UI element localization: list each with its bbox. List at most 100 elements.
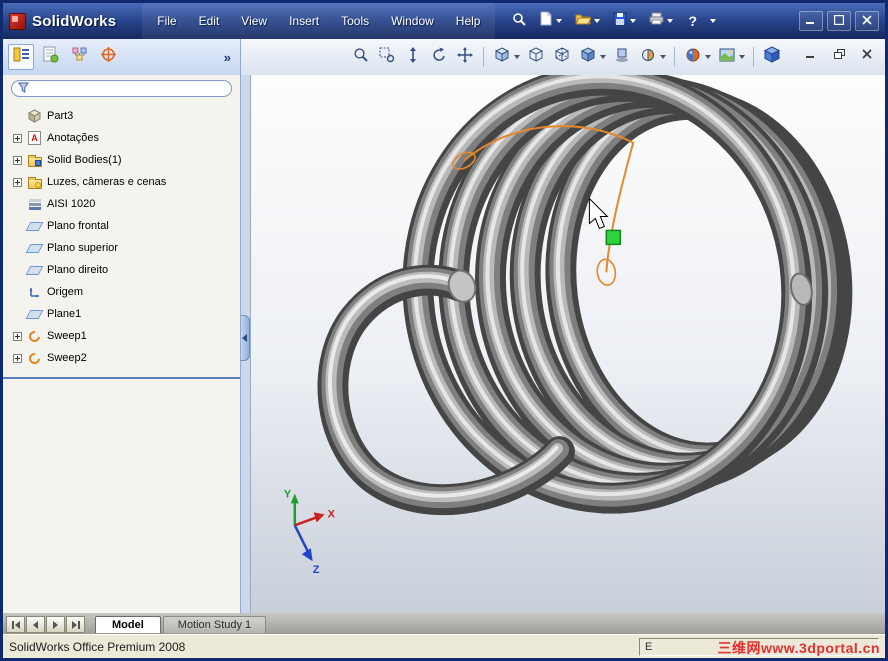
tab-configurationmanager[interactable] <box>66 44 92 70</box>
section-view-icon <box>640 47 656 68</box>
section-view-button[interactable] <box>636 45 660 69</box>
expand-toggle[interactable] <box>13 353 22 363</box>
close-button[interactable] <box>855 11 879 31</box>
featuremanager-panel: Part3 A Anotações Solid Bodies(1) Luzes,… <box>3 75 241 613</box>
help-dropdown-caret-icon[interactable] <box>710 19 717 23</box>
tree-item-front-plane[interactable]: Plano frontal <box>3 215 240 237</box>
expand-toggle[interactable] <box>13 177 22 187</box>
tab-scroll-last-button[interactable] <box>66 616 85 633</box>
apply-scene-button[interactable] <box>715 45 739 69</box>
menu-edit[interactable]: Edit <box>188 3 231 39</box>
tree-item-right-plane[interactable]: Plano direito <box>3 259 240 281</box>
zoom-to-fit-button[interactable] <box>349 45 373 69</box>
tree-item-label: Plano superior <box>47 242 118 254</box>
expand-toggle[interactable] <box>13 155 22 165</box>
tab-featuremanager[interactable] <box>8 44 34 70</box>
tab-model[interactable]: Model <box>95 616 161 634</box>
tab-dimxpertmanager[interactable] <box>95 44 121 70</box>
tree-item-label: Plane1 <box>47 308 82 320</box>
help-button[interactable]: ? <box>683 12 702 30</box>
tree-item-origin[interactable]: Origem <box>3 281 240 303</box>
tree-item-label: Origem <box>47 286 84 298</box>
tree-item-material[interactable]: AISI 1020 <box>3 193 240 215</box>
tree-root-part3[interactable]: Part3 <box>3 105 240 127</box>
tree-item-label: Luzes, câmeras e cenas <box>47 176 167 188</box>
window-controls <box>799 11 879 31</box>
titlebar: SolidWorks File Edit View Insert Tools W… <box>3 3 885 39</box>
tab-motion-study-1[interactable]: Motion Study 1 <box>162 616 267 634</box>
dropdown-caret-icon[interactable] <box>667 19 674 23</box>
dropdown-caret-icon[interactable] <box>594 19 601 23</box>
wireframe-icon <box>528 46 544 68</box>
appearance-caret-icon[interactable] <box>705 55 711 59</box>
tab-scroll-prev-button[interactable] <box>26 616 45 633</box>
splitter-collapse-handle[interactable] <box>241 315 250 361</box>
menu-tools[interactable]: Tools <box>330 3 380 39</box>
main-area: Part3 A Anotações Solid Bodies(1) Luzes,… <box>3 75 885 613</box>
doc-close-button[interactable] <box>857 45 877 63</box>
tree-item-top-plane[interactable]: Plano superior <box>3 237 240 259</box>
doc-restore-button[interactable] <box>829 45 849 63</box>
scene-caret-icon[interactable] <box>739 55 745 59</box>
dropdown-caret-icon[interactable] <box>556 19 563 23</box>
expand-toggle[interactable] <box>13 133 22 143</box>
model-canvas[interactable]: Y X Z <box>251 75 885 613</box>
hidden-lines-visible-button[interactable] <box>550 45 574 69</box>
panel-splitter[interactable] <box>241 75 251 613</box>
dropdown-caret-icon[interactable] <box>630 19 637 23</box>
solidworks-logo-icon <box>9 12 26 30</box>
search-button[interactable] <box>509 9 529 34</box>
menu-insert[interactable]: Insert <box>278 3 330 39</box>
panel-overflow-chevron[interactable]: » <box>220 50 235 65</box>
print-button[interactable] <box>646 9 676 33</box>
tree-filter-input[interactable] <box>33 82 225 95</box>
zoom-in-out-button[interactable] <box>401 45 425 69</box>
origin-icon <box>26 285 43 299</box>
new-document-icon <box>539 11 553 31</box>
tree-item-lights-cameras[interactable]: Luzes, câmeras e cenas <box>3 171 240 193</box>
section-caret-icon[interactable] <box>660 55 666 59</box>
menu-window[interactable]: Window <box>380 3 445 39</box>
appearance-icon <box>685 47 701 68</box>
tree-item-label: AISI 1020 <box>47 198 96 210</box>
reference-triad: Y X Z <box>284 488 336 576</box>
tree-item-sweep2[interactable]: Sweep2 <box>3 347 240 369</box>
shadows-button[interactable] <box>610 45 634 69</box>
featuremanager-icon <box>13 46 30 68</box>
standard-views-button[interactable] <box>490 45 514 69</box>
tree-filter[interactable] <box>11 80 232 97</box>
menu-file[interactable]: File <box>146 3 187 39</box>
wireframe-button[interactable] <box>524 45 548 69</box>
toolbar-row: » <box>3 39 885 75</box>
menu-help[interactable]: Help <box>445 3 492 39</box>
menu-view[interactable]: View <box>230 3 278 39</box>
tab-propertymanager[interactable] <box>37 44 63 70</box>
tab-scroll-next-button[interactable] <box>46 616 65 633</box>
standard-views-caret-icon[interactable] <box>514 55 520 59</box>
zoom-to-fit-icon <box>353 47 369 68</box>
maximize-button[interactable] <box>827 11 851 31</box>
appearance-button[interactable] <box>681 45 705 69</box>
rotate-view-icon <box>431 47 447 68</box>
pan-button[interactable] <box>453 45 477 69</box>
open-button[interactable] <box>572 9 603 33</box>
view-cube-button[interactable] <box>760 45 784 69</box>
shaded-with-edges-button[interactable] <box>576 45 600 69</box>
zoom-to-area-button[interactable] <box>375 45 399 69</box>
display-style-caret-icon[interactable] <box>600 55 606 59</box>
doc-minimize-icon <box>806 56 814 58</box>
tab-scroll-first-button[interactable] <box>6 616 25 633</box>
maximize-icon <box>833 12 845 30</box>
new-document-button[interactable] <box>536 8 565 34</box>
tree-item-annotations[interactable]: A Anotações <box>3 127 240 149</box>
tree-item-plane1[interactable]: Plane1 <box>3 303 240 325</box>
doc-minimize-button[interactable] <box>801 45 821 63</box>
minimize-button[interactable] <box>799 11 823 31</box>
selection-handle[interactable] <box>605 229 621 246</box>
save-button[interactable] <box>610 9 639 34</box>
panel-split-bar[interactable] <box>3 377 240 379</box>
tree-item-solid-bodies[interactable]: Solid Bodies(1) <box>3 149 240 171</box>
tree-item-sweep1[interactable]: Sweep1 <box>3 325 240 347</box>
expand-toggle[interactable] <box>13 331 22 341</box>
rotate-view-button[interactable] <box>427 45 451 69</box>
